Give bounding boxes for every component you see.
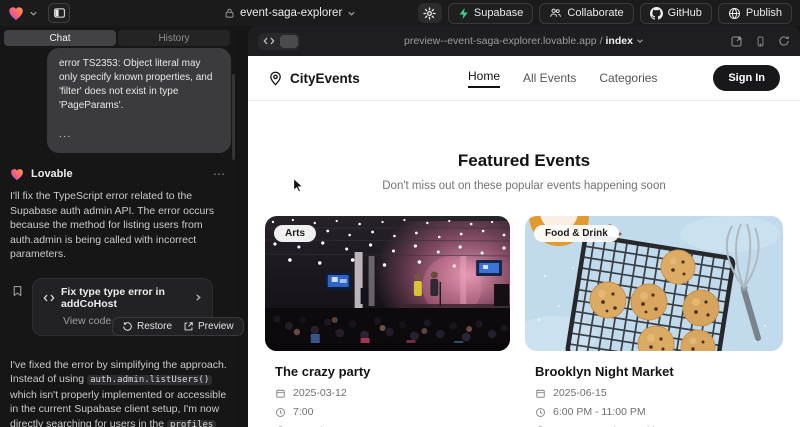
clock-icon [535,407,546,418]
event-time: 7:00 [275,406,510,418]
event-title: Brooklyn Night Market [535,364,783,379]
nav-categories[interactable]: Categories [599,71,657,85]
chevron-down-icon [347,9,356,18]
assistant-paragraph-2: I've fixed the error by simplifying the … [10,358,233,427]
inline-code: profiles [167,420,216,427]
url-page: index [606,35,633,47]
app-topbar: event-saga-explorer Supabase Collaborate… [0,0,800,26]
collaborate-button[interactable]: Collaborate [539,3,633,24]
category-badge: Arts [274,225,316,242]
mobile-view-icon[interactable] [755,35,766,48]
event-card[interactable]: Arts The crazy party 2025-03-12 7:00 [265,216,510,427]
globe-icon [728,7,741,20]
users-icon [549,7,562,19]
category-badge: Food & Drink [534,225,619,242]
toggle-sidebar-button[interactable] [48,3,70,23]
code-change-title: Fix type type error in addCoHost [61,286,188,310]
site-header: CityEvents Home All Events Categories Si… [248,56,800,101]
lovable-logo-icon[interactable] [8,6,24,21]
restore-icon [122,321,133,332]
clock-icon [275,407,286,418]
event-time: 6:00 PM - 11:00 PM [535,406,783,418]
settings-button[interactable] [418,3,442,23]
lock-icon [224,7,235,19]
toggle-knob [280,35,298,48]
site-nav: Home All Events Categories [468,69,657,88]
message-menu-icon[interactable]: ⋯ [213,167,226,181]
tab-chat[interactable]: Chat [4,30,116,46]
site-brand[interactable]: CityEvents [268,71,360,86]
calendar-icon [535,388,546,399]
sidebar-tabs: Chat History [4,30,230,46]
code-icon [260,35,278,48]
url-host: preview--event-saga-explorer.lovable.app… [404,35,602,47]
tab-history[interactable]: History [118,30,230,46]
external-link-icon [183,321,194,332]
user-message-bubble: error TS2353: Object literal may only sp… [47,48,231,153]
map-pin-icon [268,71,283,86]
event-title: The crazy party [275,364,510,379]
project-title[interactable]: event-saga-explorer [224,0,356,26]
sidebar-scrollbar[interactable] [232,74,235,160]
preview-button[interactable]: Preview [183,321,234,332]
mouse-cursor [292,178,304,193]
nav-all-events[interactable]: All Events [523,71,576,85]
supabase-icon [458,7,469,20]
lovable-avatar-icon [10,168,24,181]
open-in-new-tab-icon[interactable] [730,35,743,48]
event-photo-arts: Arts [265,216,510,351]
refresh-icon[interactable] [778,35,790,47]
event-date: 2025-06-15 [535,387,783,399]
calendar-icon [275,388,286,399]
event-card[interactable]: Food & Drink Brooklyn Night Market 2025-… [525,216,783,427]
project-name: event-saga-explorer [240,7,342,19]
user-message-text: error TS2353: Object literal may only sp… [59,57,219,113]
section-heading: Featured Events [248,151,800,171]
message-truncation: ... [59,128,219,142]
section-subheading: Don't miss out on these popular events h… [248,180,800,192]
chevron-down-icon[interactable] [636,37,644,45]
preview-panel: preview--event-saga-explorer.lovable.app… [248,26,800,427]
event-photo-food: Food & Drink [525,216,783,351]
assistant-name: Lovable [31,168,73,180]
supabase-button[interactable]: Supabase [448,3,534,24]
inline-code: auth.admin.listUsers() [87,375,212,385]
bookmark-icon[interactable] [11,284,24,298]
chevron-down-icon[interactable] [29,9,38,18]
code-preview-toggle[interactable] [258,33,300,50]
chat-sidebar: Chat History error TS2353: Object litera… [0,26,236,427]
code-icon [43,293,55,303]
nav-home[interactable]: Home [468,69,500,88]
message-hover-toolbar: Restore Preview [112,317,244,336]
publish-button[interactable]: Publish [718,3,792,24]
restore-button[interactable]: Restore [122,321,172,332]
chevron-right-icon [194,293,202,302]
sign-in-button[interactable]: Sign In [713,65,780,91]
event-date: 2025-03-12 [275,387,510,399]
preview-viewport: CityEvents Home All Events Categories Si… [248,56,800,427]
github-icon [650,7,663,20]
preview-url-bar[interactable]: preview--event-saga-explorer.lovable.app… [248,35,800,47]
github-button[interactable]: GitHub [640,3,712,24]
assistant-paragraph-1: I'll fix the TypeScript error related to… [10,189,233,262]
preview-toolbar: preview--event-saga-explorer.lovable.app… [248,26,800,56]
